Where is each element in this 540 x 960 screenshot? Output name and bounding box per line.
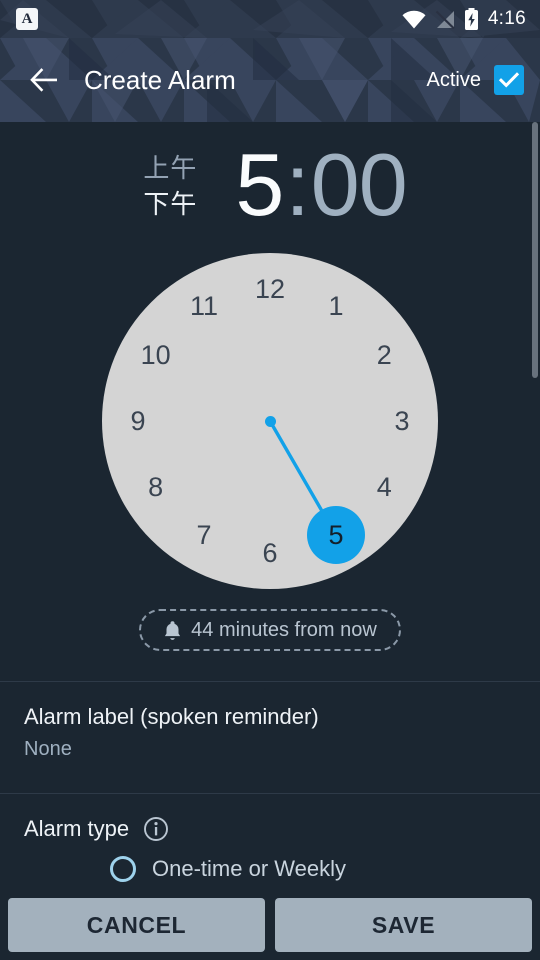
- active-checkbox[interactable]: [494, 65, 524, 95]
- hour-display[interactable]: 5: [235, 140, 284, 229]
- app-notification-icon: A: [16, 8, 38, 30]
- back-arrow-icon: [30, 68, 57, 92]
- period-selector: 上午 下午: [143, 154, 197, 218]
- check-icon: [499, 72, 519, 88]
- alarm-type-title: Alarm type: [24, 816, 130, 841]
- clock-number-6[interactable]: 6: [248, 536, 292, 570]
- dialog-button-bar: CANCEL SAVE: [0, 898, 540, 952]
- save-button[interactable]: SAVE: [275, 898, 532, 952]
- one-time-or-weekly-radio[interactable]: [110, 856, 136, 882]
- time-from-now-wrap: 44 minutes from now: [0, 609, 540, 651]
- minute-display[interactable]: 00: [311, 140, 408, 229]
- status-bar-left: A: [16, 8, 38, 30]
- clock-face[interactable]: 12 1 2 3 4 5 6 7 8 9 10 11: [102, 253, 438, 589]
- active-toggle[interactable]: Active: [427, 65, 524, 95]
- alarm-label-title: Alarm label (spoken reminder): [24, 704, 319, 729]
- info-icon[interactable]: [143, 816, 169, 842]
- no-signal-icon: [435, 10, 455, 29]
- app-bar: Create Alarm Active: [0, 38, 540, 122]
- status-bar-clock: 4:16: [487, 8, 526, 29]
- status-bar-right: 4:16: [402, 8, 526, 30]
- alarm-type-option-row[interactable]: One-time or Weekly: [0, 842, 540, 882]
- clock-number-4[interactable]: 4: [362, 470, 406, 504]
- clock-number-12[interactable]: 12: [248, 272, 292, 306]
- vertical-scrollbar[interactable]: [532, 122, 538, 378]
- time-display: 5 : 00: [235, 134, 408, 234]
- clock-number-3[interactable]: 3: [380, 404, 424, 438]
- battery-charging-icon: [464, 8, 478, 30]
- time-colon: :: [285, 134, 309, 234]
- alarm-type-header: Alarm type: [24, 816, 516, 842]
- one-time-or-weekly-label: One-time or Weekly: [152, 856, 346, 881]
- am-option[interactable]: 上午: [143, 154, 197, 182]
- alarm-type-row: Alarm type: [0, 794, 540, 842]
- alarm-label-row[interactable]: Alarm label (spoken reminder) None: [0, 682, 540, 779]
- active-label: Active: [426, 68, 481, 91]
- back-button[interactable]: [16, 52, 72, 108]
- time-from-now-chip[interactable]: 44 minutes from now: [139, 609, 401, 651]
- clock-number-10[interactable]: 10: [134, 338, 178, 372]
- bell-icon: [165, 620, 181, 640]
- clock-center-hub: [264, 415, 276, 427]
- clock-number-11[interactable]: 11: [182, 290, 226, 324]
- cancel-button[interactable]: CANCEL: [8, 898, 265, 952]
- wifi-icon: [402, 10, 426, 28]
- clock-number-9[interactable]: 9: [116, 404, 160, 438]
- clock-number-8[interactable]: 8: [134, 470, 178, 504]
- time-from-now-text: 44 minutes from now: [191, 618, 377, 641]
- clock-picker: 12 1 2 3 4 5 6 7 8 9 10 11: [0, 247, 540, 615]
- app-screen: A 4:16 Create Alarm Active 上午 下午 5: 00 …: [0, 0, 540, 960]
- scroll-content: 上午 下午 5 : 00 121234567891011: [0, 122, 540, 960]
- clock-number-1[interactable]: 1: [314, 290, 358, 324]
- clock-number-5[interactable]: 5: [307, 506, 365, 565]
- time-header: 上午 下午 5 : 00: [0, 122, 540, 247]
- status-bar: A 4:16: [0, 0, 540, 38]
- clock-number-2[interactable]: 2: [362, 338, 406, 372]
- clock-number-7[interactable]: 7: [182, 518, 226, 552]
- pm-option[interactable]: 下午: [143, 190, 197, 218]
- page-title: Create Alarm: [84, 64, 236, 95]
- alarm-label-value: None: [24, 738, 72, 760]
